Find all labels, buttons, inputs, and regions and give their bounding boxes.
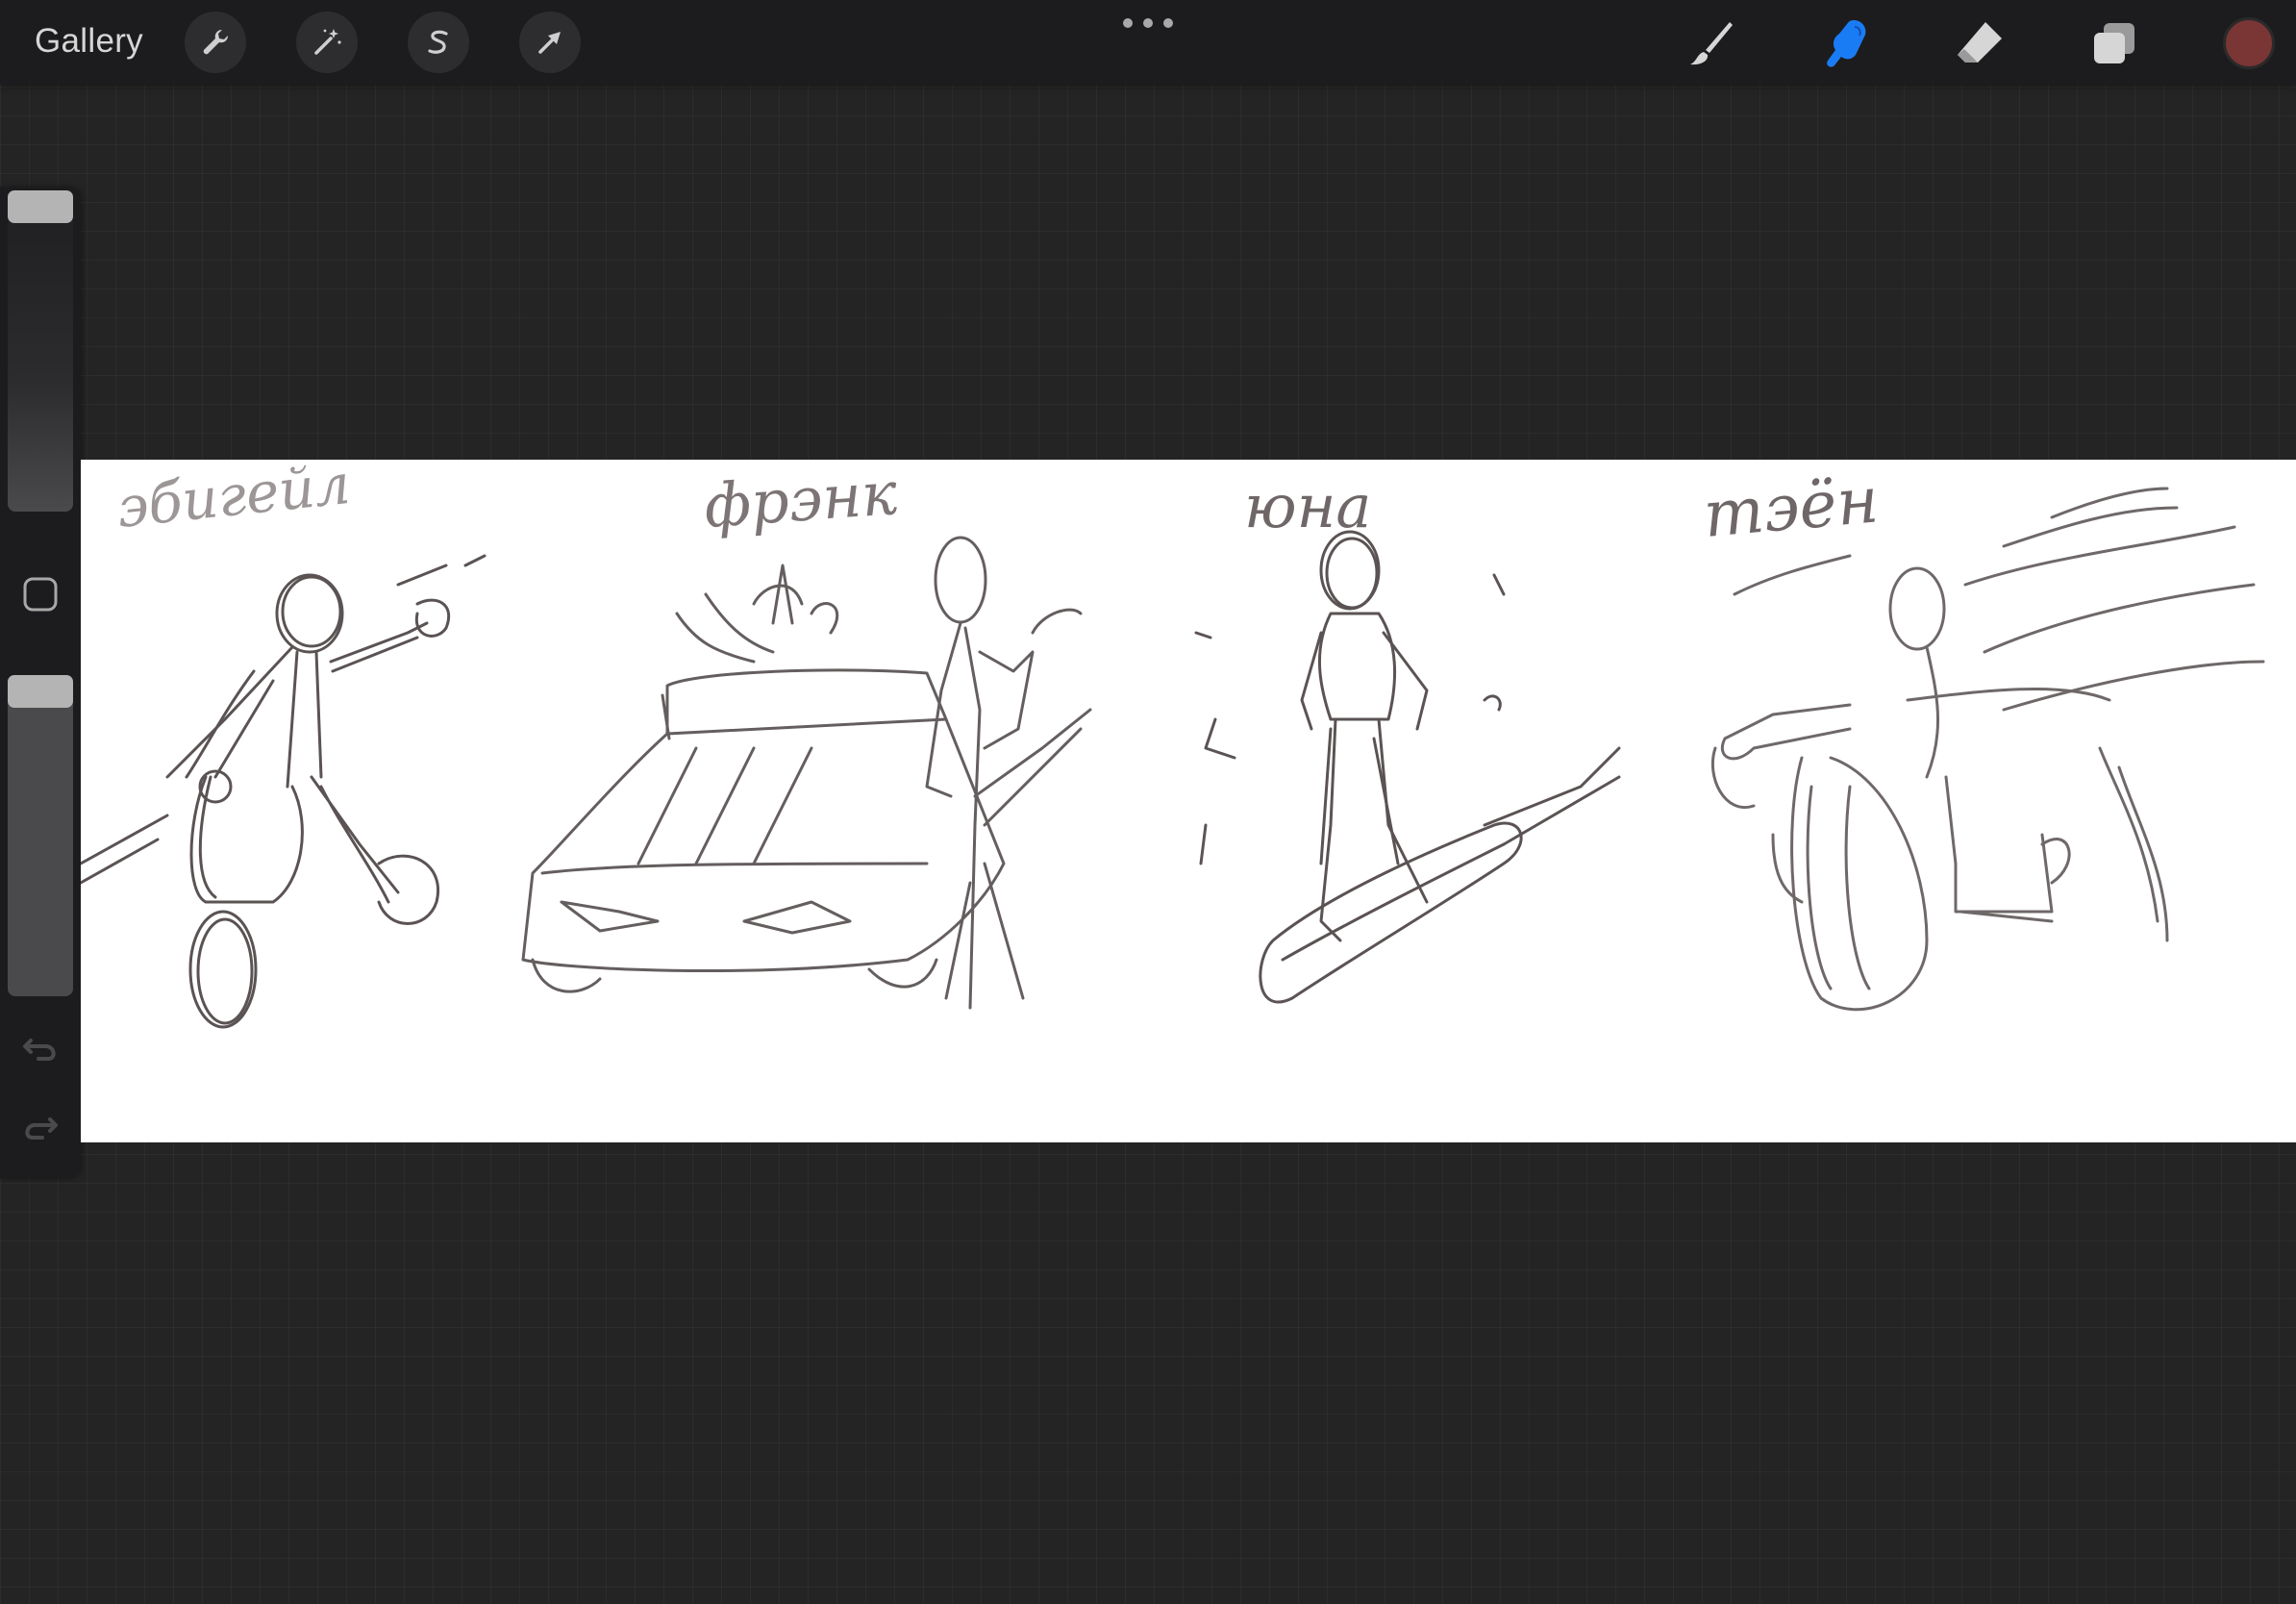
smudge-finger-icon	[1827, 20, 1866, 67]
actions-button[interactable]	[185, 12, 246, 73]
left-sidebar	[0, 187, 81, 1179]
brush-tool-button[interactable]	[1681, 13, 1740, 73]
selection-s-icon	[428, 30, 448, 54]
more-dots-icon[interactable]	[1123, 13, 1173, 33]
layers-button[interactable]	[2084, 13, 2144, 73]
sketch-skateboarder	[1194, 530, 1621, 1004]
brush-icon	[1690, 22, 1733, 65]
sketch-car-figure	[521, 536, 1092, 1010]
procreate-app: Gallery эбигейл фрэнк юна тэён	[0, 0, 2296, 1604]
brush-size-slider[interactable]	[8, 190, 73, 512]
adjustments-button[interactable]	[296, 12, 358, 73]
brush-opacity-thumb[interactable]	[8, 675, 73, 708]
square-modify-icon[interactable]	[21, 575, 60, 614]
undo-icon[interactable]	[17, 1025, 63, 1071]
top-toolbar: Gallery	[0, 0, 2296, 85]
sketch-label-4: тэён	[1701, 463, 1882, 552]
color-swatch[interactable]	[2223, 17, 2275, 69]
transform-button[interactable]	[519, 12, 581, 73]
gallery-button[interactable]: Gallery	[35, 17, 143, 65]
eraser-icon	[1958, 22, 2002, 63]
sketch-label-1: эбигейл	[113, 460, 353, 540]
sketch-motion-figure	[1710, 487, 2265, 1012]
sketch-artwork: эбигейл фрэнк юна тэён	[81, 460, 2265, 1029]
magic-wand-icon	[314, 29, 341, 55]
layers-icon	[2094, 23, 2134, 63]
sketch-scooter-rider	[81, 554, 487, 1029]
brush-opacity-fill	[8, 675, 73, 996]
redo-icon[interactable]	[17, 1104, 63, 1150]
smudge-tool-button[interactable]	[1815, 13, 1875, 73]
eraser-tool-button[interactable]	[1950, 13, 2009, 73]
arrow-cursor-icon	[538, 32, 561, 54]
sketch-label-2: фрэнк	[702, 460, 900, 541]
brush-opacity-slider[interactable]	[8, 675, 73, 996]
brush-size-thumb[interactable]	[8, 190, 73, 223]
selection-button[interactable]	[408, 12, 469, 73]
drawing-canvas[interactable]: эбигейл фрэнк юна тэён	[81, 460, 2296, 1142]
wrench-icon	[203, 29, 229, 55]
